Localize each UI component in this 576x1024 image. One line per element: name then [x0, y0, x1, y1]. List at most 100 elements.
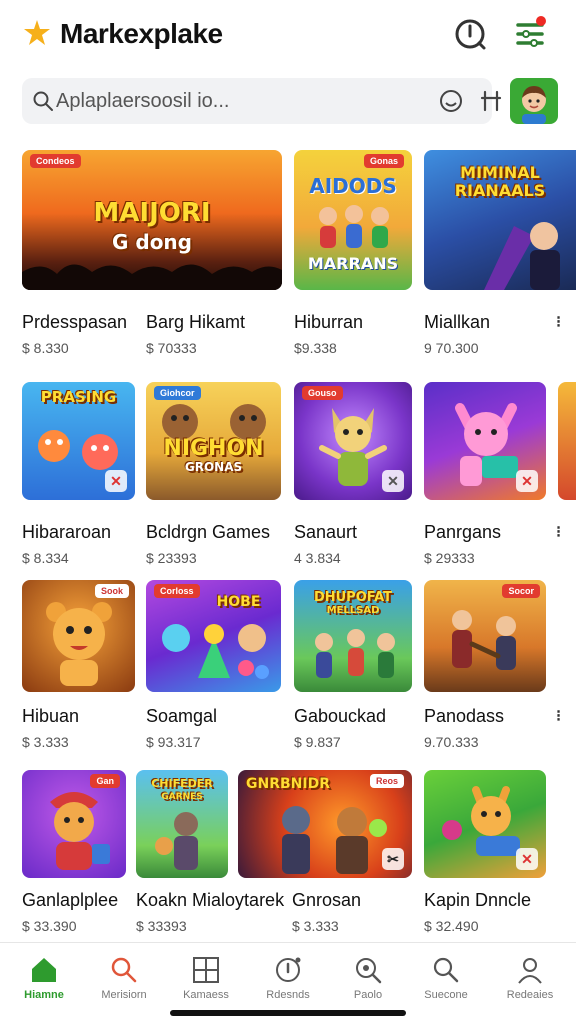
game-thumbnail[interactable]: CHIFEDER GARNES: [136, 770, 228, 878]
card-price: $ 33.390: [22, 918, 77, 934]
game-thumbnail[interactable]: Gonas AIDODS MARRANS: [294, 150, 412, 290]
badge: Corloss: [154, 584, 200, 598]
app-header: Markexplake: [0, 0, 576, 72]
card-price: $ 70333: [146, 340, 197, 356]
avatar[interactable]: [510, 78, 558, 124]
filter-icon[interactable]: [478, 88, 504, 114]
card-name: Panrgans: [424, 522, 502, 542]
art-title: GNRBNIDR: [246, 776, 330, 792]
art-title: PRASING: [40, 388, 117, 406]
art-title: MAIJORI: [93, 198, 211, 228]
nav-item-discover[interactable]: Suecone: [406, 955, 486, 1013]
art-subtitle: MARRANS: [307, 254, 399, 273]
star-logo-icon: [24, 20, 50, 45]
nav-label: Rdesnds: [266, 989, 310, 1001]
game-thumbnail[interactable]: PRASING ✕: [22, 382, 135, 500]
card-price: $ 9.837: [294, 734, 341, 750]
game-thumbnail[interactable]: Sook: [22, 580, 135, 692]
more-options-icon[interactable]: ⁝: [556, 312, 561, 332]
nav-item-search[interactable]: Merisiorn: [84, 955, 164, 1013]
card-price: $ 33393: [136, 918, 187, 934]
card-price: $ 8.330: [22, 340, 69, 356]
notification-dot: [536, 16, 546, 26]
card-price: $ 32.490: [424, 918, 479, 934]
card-price: $9.338: [294, 340, 337, 356]
game-thumbnail[interactable]: Gouso ✕: [294, 382, 412, 500]
face-icon[interactable]: [438, 88, 464, 114]
menu-filter-icon[interactable]: [512, 16, 548, 52]
more-options-icon[interactable]: ⁝: [556, 706, 561, 726]
close-icon[interactable]: ✕: [105, 470, 127, 492]
nav-item-home[interactable]: Hiamne: [4, 955, 84, 1013]
home-indicator: [170, 1010, 406, 1016]
card-price: $ 3.333: [292, 918, 339, 934]
card-price: 9.70.333: [424, 734, 479, 750]
game-thumbnail[interactable]: Reos GNRBNIDR ✂: [238, 770, 412, 878]
card-name: Soamgal: [146, 706, 218, 726]
game-thumbnail[interactable]: DHUPOFAT MELLSAD: [294, 580, 412, 692]
card-name: Koakn Mialoytarek: [136, 890, 285, 910]
art-subtitle: GARNES: [161, 792, 203, 802]
card-price: $ 23393: [146, 550, 197, 566]
game-thumbnail[interactable]: Giohcor NIGHON GRONAS: [146, 382, 281, 500]
search-bar[interactable]: [22, 78, 502, 124]
card-price: $ 8.334: [22, 550, 69, 566]
art-title: CHIFEDER: [151, 777, 213, 790]
nav-label: Redeaies: [506, 989, 554, 1001]
card-name: Miallkan: [424, 312, 491, 332]
art-title: MIMINAL RIANAALS: [454, 163, 546, 200]
card-price: 9 70.300: [424, 340, 479, 356]
app-title: Markexplake: [60, 18, 223, 49]
nav-item-profile[interactable]: Redeaies: [490, 955, 570, 1013]
card-price: $ 29333: [424, 550, 475, 566]
info-icon: [276, 957, 301, 982]
help-icon[interactable]: [452, 16, 488, 52]
search-input[interactable]: [56, 78, 426, 124]
profile-icon: [518, 958, 542, 984]
game-thumbnail[interactable]: MIMINAL RIANAALS: [424, 150, 576, 290]
card-name: Sanaurt: [294, 522, 358, 542]
grid-icon: [193, 957, 219, 983]
card-name: Ganlaplplee: [22, 890, 119, 910]
nav-label: Hiamne: [24, 989, 64, 1001]
game-thumbnail[interactable]: ✕: [424, 770, 546, 878]
card-name: Gabouckad: [294, 706, 387, 726]
nav-item-games[interactable]: Kamaess: [166, 955, 246, 1013]
card-name: Kapin Dnncle: [424, 890, 532, 910]
card-name: Gnrosan: [292, 890, 362, 910]
close-icon[interactable]: ✕: [516, 848, 538, 870]
search-icon: [433, 957, 459, 983]
nav-label: Kamaess: [183, 989, 229, 1001]
badge: Socor: [502, 584, 540, 598]
game-thumbnail[interactable]: ✕: [424, 382, 546, 500]
card-name: Panodass: [424, 706, 505, 726]
card-name: Prdesspasan: [22, 312, 128, 332]
overflow-thumbnail[interactable]: [558, 382, 576, 500]
close-icon[interactable]: ✕: [382, 470, 404, 492]
art-subtitle: MELLSAD: [326, 605, 380, 616]
nav-item-info[interactable]: Rdesnds: [248, 955, 328, 1013]
badge: Condeos: [30, 154, 81, 168]
card-price: $ 3.333: [22, 734, 69, 750]
game-thumbnail[interactable]: Corloss HOBE: [146, 580, 281, 692]
card-name: Hibararoan: [22, 522, 112, 542]
card-name: Hiburran: [294, 312, 364, 332]
nav-label: Suecone: [424, 989, 468, 1001]
game-thumbnail[interactable]: Condeos MAIJORI G dong: [22, 150, 282, 290]
close-icon[interactable]: ✕: [516, 470, 538, 492]
nav-item-zoom[interactable]: Paolo: [328, 955, 408, 1013]
badge: Gonas: [363, 154, 404, 168]
art-title: NIGHON: [163, 436, 264, 461]
more-options-icon[interactable]: ⁝: [556, 522, 561, 542]
search-icon: [33, 91, 53, 111]
card-price: $ 93.317: [146, 734, 201, 750]
nav-label: Paolo: [353, 989, 383, 1001]
art-title: AIDODS: [309, 174, 397, 198]
badge: Reos: [369, 774, 404, 788]
tools-icon[interactable]: ✂: [382, 848, 404, 870]
zoom-icon: [356, 958, 382, 984]
game-thumbnail[interactable]: Gan: [22, 770, 126, 878]
card-name: Barg Hikamt: [146, 312, 246, 332]
game-thumbnail[interactable]: Socor: [424, 580, 546, 692]
card-name: Hibuan: [22, 706, 80, 726]
